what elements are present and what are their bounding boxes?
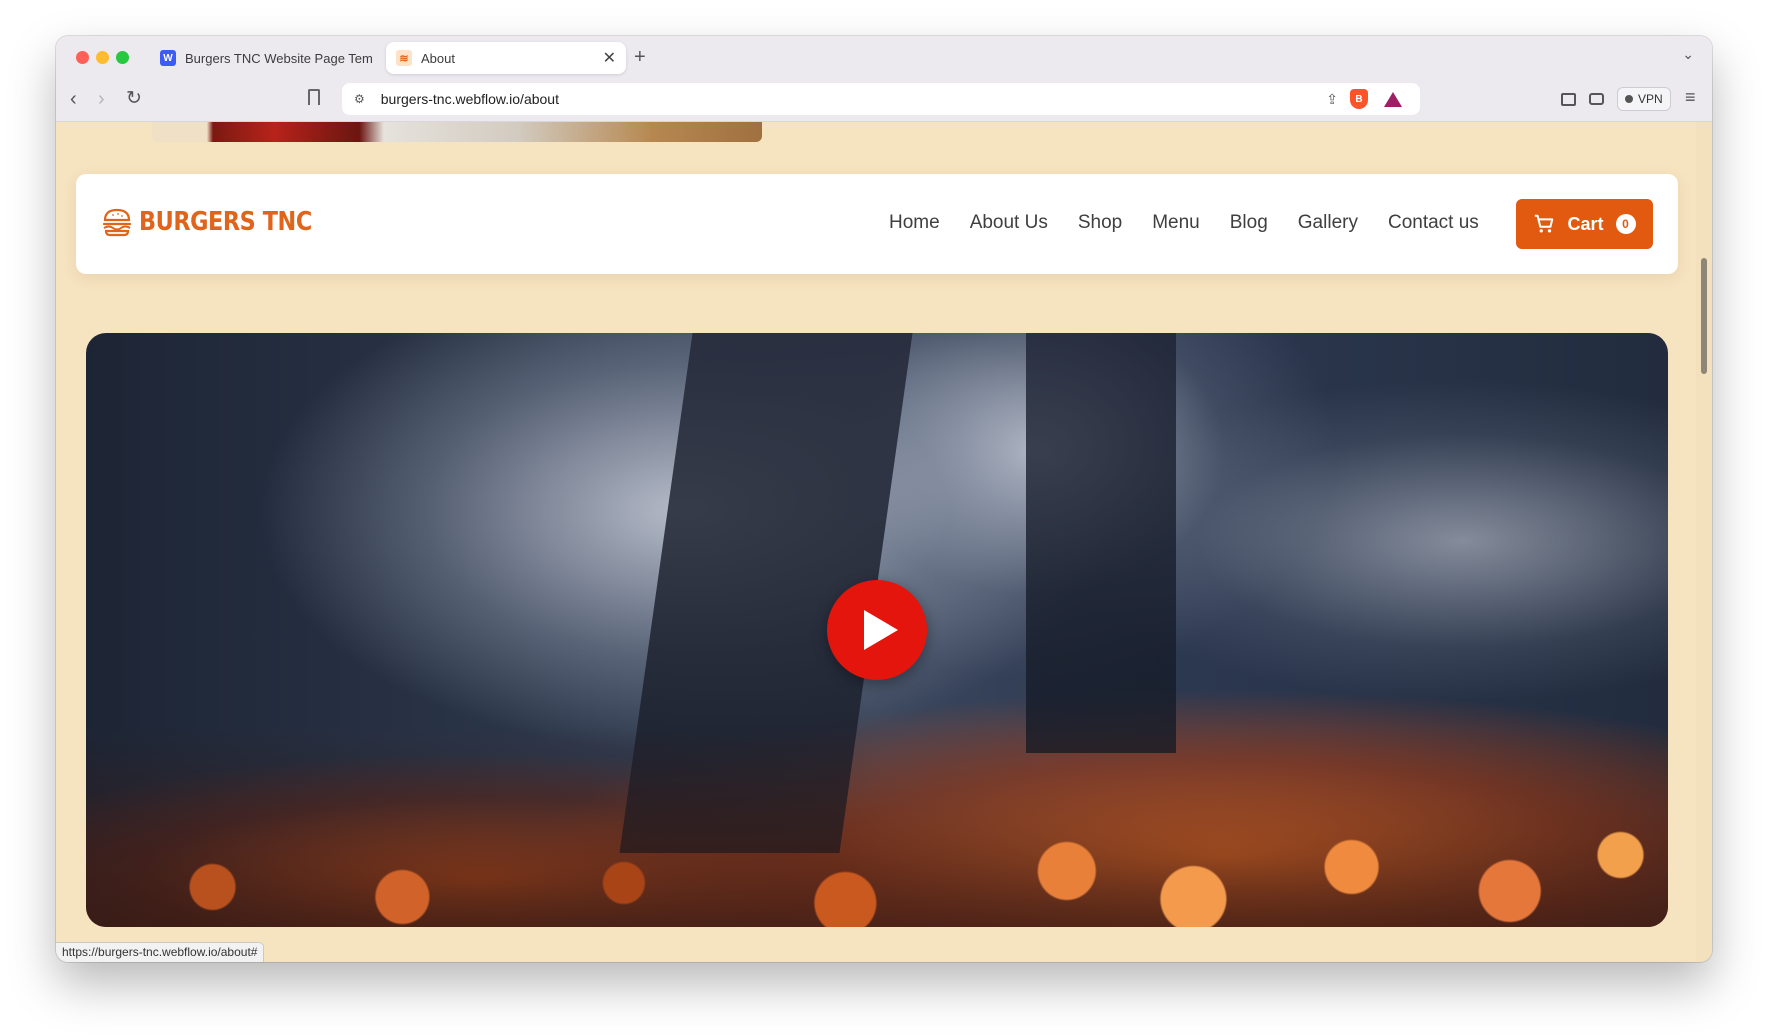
nav-link-about-us[interactable]: About Us (970, 212, 1048, 234)
tab-about[interactable]: ≋ About ✕ (386, 42, 626, 74)
about-video[interactable] (86, 333, 1668, 927)
page-viewport: BURGERS TNC Home About Us Shop Menu Blog… (56, 122, 1696, 962)
forward-arrow-icon[interactable]: › (98, 88, 105, 110)
hamburger-menu-icon[interactable]: ≡ (1685, 87, 1696, 108)
tab-title: Burgers TNC Website Page Templ (185, 50, 372, 66)
page-scrollbar[interactable] (1696, 122, 1712, 962)
nav-link-gallery[interactable]: Gallery (1298, 212, 1358, 234)
tab-title: About (421, 50, 455, 66)
browser-titlebar: W Burgers TNC Website Page Templ ≋ About… (56, 36, 1712, 78)
reload-icon[interactable]: ↻ (126, 88, 142, 110)
site-settings-icon[interactable]: ⚙ (354, 92, 365, 106)
vpn-button[interactable]: VPN (1617, 87, 1671, 111)
main-navigation: Home About Us Shop Menu Blog Gallery Con… (889, 212, 1509, 234)
brave-shields-icon[interactable]: B (1350, 89, 1368, 109)
vpn-label: VPN (1638, 92, 1663, 106)
brave-rewards-icon[interactable] (1384, 91, 1402, 107)
browser-window: W Burgers TNC Website Page Templ ≋ About… (56, 36, 1712, 962)
previous-section-image (152, 122, 762, 142)
webflow-favicon-icon: W (160, 50, 176, 66)
back-arrow-icon[interactable]: ‹ (70, 88, 77, 110)
nav-link-menu[interactable]: Menu (1152, 212, 1200, 234)
url-text[interactable]: burgers-tnc.webflow.io/about (381, 91, 1327, 107)
nav-link-home[interactable]: Home (889, 212, 940, 234)
logo-text: BURGERS TNC (139, 207, 312, 237)
wallet-icon[interactable] (1589, 93, 1604, 105)
close-window-button[interactable] (76, 51, 89, 64)
play-icon (864, 610, 898, 650)
cart-label: Cart (1567, 213, 1604, 234)
new-tab-icon[interactable]: + (634, 46, 646, 69)
chef-figure-background (1026, 333, 1176, 753)
site-navbar: BURGERS TNC Home About Us Shop Menu Blog… (76, 174, 1678, 274)
tab-webflow-template[interactable]: W Burgers TNC Website Page Templ (150, 42, 382, 74)
site-logo[interactable]: BURGERS TNC (101, 206, 340, 238)
sidebar-icon[interactable] (1561, 93, 1576, 106)
maximize-window-button[interactable] (116, 51, 129, 64)
play-video-button[interactable] (827, 580, 927, 680)
cart-icon (1535, 214, 1554, 233)
cart-count-badge: 0 (1615, 214, 1636, 234)
close-tab-icon[interactable]: ✕ (603, 48, 616, 68)
burger-favicon-icon: ≋ (396, 50, 412, 66)
minimize-window-button[interactable] (96, 51, 109, 64)
status-bar-url: https://burgers-tnc.webflow.io/about# (56, 942, 265, 962)
nav-link-shop[interactable]: Shop (1078, 212, 1122, 234)
scrollbar-thumb[interactable] (1701, 258, 1707, 374)
nav-link-contact-us[interactable]: Contact us (1388, 212, 1479, 234)
burger-logo-icon (102, 208, 132, 237)
address-bar[interactable]: ⚙ burgers-tnc.webflow.io/about ⇪ B (342, 83, 1420, 115)
chevron-down-icon[interactable]: ⌄ (1682, 46, 1694, 63)
nav-link-blog[interactable]: Blog (1230, 212, 1268, 234)
share-icon[interactable]: ⇪ (1326, 91, 1338, 108)
grilling-food (86, 727, 1668, 927)
vpn-status-icon (1625, 95, 1633, 103)
browser-toolbar: ‹ › ↻ ⚙ burgers-tnc.webflow.io/about ⇪ B… (56, 78, 1712, 122)
cart-button[interactable]: Cart 0 (1516, 199, 1653, 249)
bookmark-icon[interactable] (308, 89, 320, 105)
